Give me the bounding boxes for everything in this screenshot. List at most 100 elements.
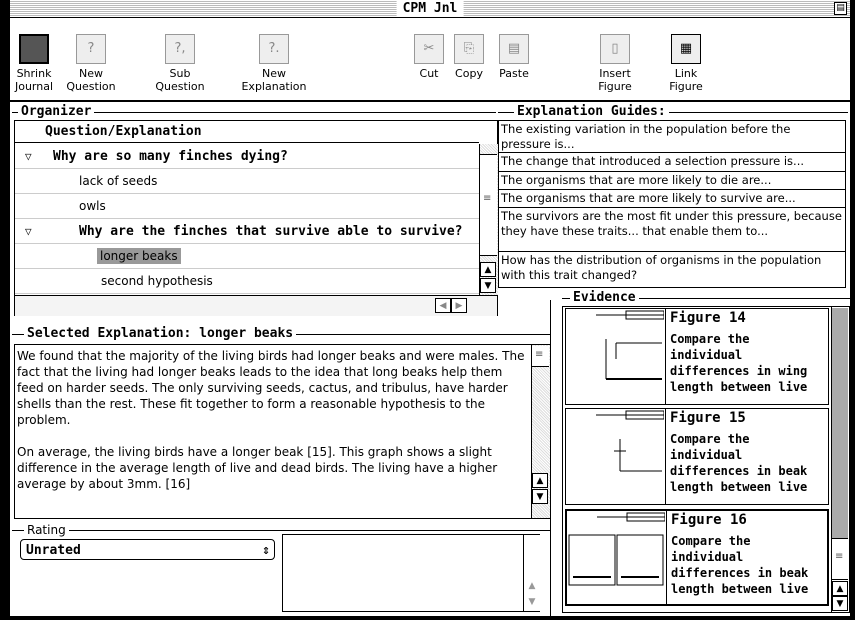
title-bar[interactable]: CPM Jnl ▤ [10,0,850,18]
figure-card-selected[interactable]: Figure 16 Compare the individual differe… [565,509,829,606]
scroll-up-arrow-icon[interactable]: ▲ [480,262,496,277]
scroll-up-arrow-icon[interactable]: ▲ [832,581,848,596]
guide-item[interactable]: The existing variation in the population… [498,120,846,153]
link-figure-button[interactable]: ▦ Link Figure [664,34,708,93]
figure-description: Compare the individual differences in be… [671,534,809,596]
disclosure-triangle-icon[interactable]: ▽ [25,144,32,169]
figure-description: Compare the individual differences in be… [670,432,808,494]
explanation-text: second hypothesis [101,274,213,288]
insert-figure-icon: ▯ [600,34,630,64]
explanation-row[interactable]: second hypothesis [15,269,479,294]
toolbar-label: Paste [499,67,529,80]
figure-thumbnail [566,309,666,404]
explanation-scrollbar[interactable]: ≡ ▲ ▼ [531,345,550,518]
new-question-icon: ? [76,34,106,64]
explanation-text: longer beaks [97,248,181,264]
explanation-text: lack of seeds [79,174,158,188]
sub-question-button[interactable]: ?, Sub Question [150,34,210,93]
toolbar-label: Shrink Journal [14,67,54,93]
scroll-down-arrow-icon[interactable]: ▼ [532,489,548,504]
toolbar-label: Copy [455,67,483,80]
copy-button[interactable]: ⎘ Copy [450,34,488,80]
journal-window: CPM Jnl ▤ Shrink Journal ? New Question … [8,0,852,618]
guide-item[interactable]: How has the distribution of organisms in… [498,252,846,288]
scroll-right-arrow-icon[interactable]: ▶ [451,298,467,313]
cut-button[interactable]: ✂ Cut [414,34,444,80]
sub-question-icon: ?, [165,34,195,64]
new-question-button[interactable]: ? New Question [66,34,116,93]
explanation-row[interactable]: lack of seeds [15,169,479,194]
organizer-horizontal-scrollbar[interactable]: ◀ ▶ [15,295,497,316]
explanation-row-selected[interactable]: longer beaks [15,244,479,269]
zoom-box-icon[interactable]: ▤ [834,2,847,15]
figure-card[interactable]: Figure 15 Compare the individual differe… [565,408,829,505]
cut-icon: ✂ [414,34,444,64]
evidence-scrollbar[interactable]: ≡ ▲ ▼ [831,307,849,612]
toolbar-label: Sub Question [155,67,205,93]
grip-icon: ≡ [535,349,544,360]
scroll-down-arrow-icon[interactable]: ▼ [832,596,848,611]
organizer-panel: Question/Explanation ▽ Why are so many f… [14,120,498,316]
paste-icon: ▤ [499,34,529,64]
guide-item[interactable]: The organisms that are more likely to su… [498,190,846,208]
scroll-thumb[interactable]: ≡ [480,154,497,256]
toolbar-label: Cut [419,67,439,80]
figure-description: Compare the individual differences in wi… [670,332,808,394]
question-text: Why are so many finches dying? [53,149,288,164]
insert-figure-button[interactable]: ▯ Insert Figure [590,34,640,93]
divider [550,300,551,616]
rating-label: Rating [24,522,69,538]
toolbar-label: New Question [66,67,116,93]
guide-item[interactable]: The organisms that are more likely to di… [498,172,846,190]
figure-title: Figure 16 [671,512,747,528]
updown-arrows-icon: ⇕ [262,543,270,558]
explanation-text[interactable]: We found that the majority of the living… [17,348,529,492]
guide-item[interactable]: The survivors are the most fit under thi… [498,208,846,252]
guide-item[interactable]: The change that introduced a selection p… [498,153,846,172]
figure-card[interactable]: Figure 14 Compare the individual differe… [565,308,829,405]
scroll-thumb[interactable]: ≡ [532,346,549,367]
rating-scrollbar[interactable]: ▲ ▼ [523,535,540,611]
explanation-row[interactable]: owls [15,194,479,219]
new-explanation-icon: ?. [259,34,289,64]
scroll-up-arrow-icon[interactable]: ▲ [532,473,548,488]
scroll-down-arrow-icon[interactable]: ▼ [480,278,496,293]
scroll-down-arrow-icon[interactable]: ▼ [524,595,540,610]
grip-icon: ≡ [835,551,844,562]
evidence-label: Evidence [570,290,639,306]
graph-thumbnail-icon [568,512,666,586]
toolbar-label: Insert Figure [598,67,632,93]
graph-thumbnail-icon [596,310,665,380]
copy-icon: ⎘ [454,34,484,64]
selected-explanation-label: Selected Explanation: longer beaks [24,326,297,342]
guides-label: Explanation Guides: [514,104,669,120]
figure-title: Figure 15 [670,410,746,426]
organizer-vertical-scrollbar[interactable]: ≡ ▲ ▼ [479,144,498,295]
rating-value: Unrated [26,543,81,558]
figure-thumbnail [567,511,667,606]
graph-thumbnail-icon [596,410,665,472]
question-row[interactable]: ▽ Why are the finches that survive able … [15,219,479,244]
shrink-journal-button[interactable]: Shrink Journal [14,34,54,93]
toolbar: Shrink Journal ? New Question ?, Sub Que… [10,18,850,102]
paste-button[interactable]: ▤ Paste [494,34,534,80]
rating-select[interactable]: Unrated ⇕ [20,539,275,560]
scroll-track [832,308,848,538]
scroll-thumb[interactable]: ≡ [832,538,848,580]
evidence-panel: Figure 14 Compare the individual differe… [562,306,850,613]
shrink-journal-icon [19,34,49,64]
window-title: CPM Jnl [396,0,464,17]
grip-icon: ≡ [483,193,492,204]
figure-title: Figure 14 [670,310,746,326]
scroll-up-arrow-icon[interactable]: ▲ [524,579,540,594]
disclosure-triangle-icon[interactable]: ▽ [25,219,32,244]
explanation-editor[interactable]: We found that the majority of the living… [14,344,550,519]
question-row[interactable]: ▽ Why are so many finches dying? [15,144,479,169]
link-figure-icon: ▦ [671,34,701,64]
divider [12,530,550,531]
question-text: Why are the finches that survive able to… [79,224,463,239]
new-explanation-button[interactable]: ?. New Explanation [234,34,314,93]
column-header[interactable]: Question/Explanation [15,121,479,143]
scroll-left-arrow-icon[interactable]: ◀ [435,298,451,313]
rating-comment-box[interactable]: ▲ ▼ [282,534,540,612]
